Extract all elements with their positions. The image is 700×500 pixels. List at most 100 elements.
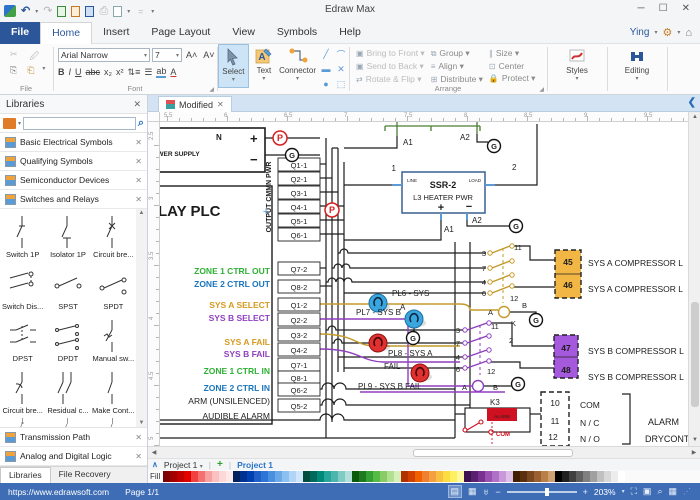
library-row-basic-electrical-symbols[interactable]: Basic Electrical Symbols✕ xyxy=(0,133,147,152)
vertical-scrollbar[interactable]: ▲ ▼ xyxy=(688,112,700,446)
fill-color-swatch[interactable] xyxy=(184,471,191,482)
status-url[interactable]: https://www.edrawsoft.com xyxy=(8,487,109,497)
horizontal-scrollbar[interactable]: ◀ ▶ xyxy=(148,446,700,458)
fill-color-swatch[interactable] xyxy=(499,471,506,482)
fill-color-swatch[interactable] xyxy=(513,471,520,482)
symbol-switch-1p[interactable]: Switch 1P xyxy=(0,209,45,261)
fill-color-swatch[interactable] xyxy=(317,471,324,482)
symbol-circuit-bre-[interactable]: Circuit bre... xyxy=(0,365,45,417)
arrange-bring-to-front-button[interactable]: ▣Bring to Front ▾ xyxy=(356,48,425,59)
fill-color-swatch[interactable] xyxy=(289,471,296,482)
styles-button[interactable]: Styles▾ xyxy=(558,44,596,88)
fill-color-swatch[interactable] xyxy=(240,471,247,482)
presentation-view-icon[interactable]: ♅ xyxy=(483,487,490,497)
close-library-icon[interactable]: ✕ xyxy=(135,433,142,442)
arrange-align-button[interactable]: ≡Align ▾ xyxy=(431,61,483,72)
fill-color-swatch[interactable] xyxy=(387,471,394,482)
fill-color-swatch[interactable] xyxy=(597,471,604,482)
font-size-select[interactable]: 7▾ xyxy=(152,48,182,62)
vscroll-thumb[interactable] xyxy=(691,302,699,407)
sidebar-tab-libraries[interactable]: Libraries xyxy=(0,467,51,483)
scroll-up-icon[interactable]: ▲ xyxy=(689,112,700,123)
arc-tool-icon[interactable]: ⌒ xyxy=(334,47,348,61)
fit-window-icon[interactable]: ⛶ xyxy=(631,486,637,497)
crop-tool-icon[interactable]: ⬚ xyxy=(334,77,348,91)
menu-tab-view[interactable]: View xyxy=(221,22,266,44)
fill-color-swatch[interactable] xyxy=(429,471,436,482)
ellipse-tool-icon[interactable]: ● xyxy=(319,77,333,91)
page-view-icon[interactable]: ▦ xyxy=(468,486,477,497)
highlight-icon[interactable]: ab xyxy=(156,66,166,78)
fill-color-swatch[interactable] xyxy=(492,471,499,482)
drawing-page[interactable]: NPOWER SUPPLY+−PGLAY PLCOUTPUT CMMN PWRP… xyxy=(160,122,688,446)
arrange-center-button[interactable]: ⊡Center xyxy=(489,61,536,71)
symbol-circuit-bre-[interactable]: Circuit bre... xyxy=(91,209,136,261)
symbol-residual-c-[interactable]: Residual c... xyxy=(45,365,90,417)
fill-color-swatch[interactable] xyxy=(282,471,289,482)
menu-tab-page-layout[interactable]: Page Layout xyxy=(140,22,221,44)
fill-color-swatch[interactable] xyxy=(443,471,450,482)
fill-color-swatch[interactable] xyxy=(254,471,261,482)
fill-color-swatch[interactable] xyxy=(604,471,611,482)
fill-color-swatch[interactable] xyxy=(219,471,226,482)
menu-tab-file[interactable]: File xyxy=(0,22,40,44)
grid-view-icon[interactable]: ▣ xyxy=(643,486,652,497)
home-icon[interactable]: ⌂ xyxy=(685,27,692,39)
shrink-font-icon[interactable]: A˅ xyxy=(201,50,216,60)
symbol-make-cont-[interactable]: Make Cont... xyxy=(91,365,136,417)
symbol-isolator-1p[interactable]: Isolator 1P xyxy=(45,209,90,261)
italic-icon[interactable]: I xyxy=(69,67,72,77)
fill-color-swatch[interactable] xyxy=(583,471,590,482)
symbol-partial[interactable] xyxy=(91,417,136,428)
paste-icon[interactable]: ⎘ xyxy=(8,65,19,76)
fill-color-swatch[interactable] xyxy=(373,471,380,482)
fill-color-swatch[interactable] xyxy=(338,471,345,482)
fill-color-swatch[interactable] xyxy=(394,471,401,482)
document-tab[interactable]: Modified ✕ xyxy=(158,96,232,112)
symbol-partial[interactable] xyxy=(0,417,45,428)
sidebar-tab-file-recovery[interactable]: File Recovery xyxy=(51,467,119,483)
fill-color-swatch[interactable] xyxy=(296,471,303,482)
fill-color-swatch[interactable] xyxy=(352,471,359,482)
underline-icon[interactable]: U xyxy=(75,67,82,77)
user-name[interactable]: Ying xyxy=(630,27,650,38)
fill-color-swatch[interactable] xyxy=(541,471,548,482)
fill-color-swatch[interactable] xyxy=(548,471,555,482)
library-row-semiconductor-devices[interactable]: Semiconductor Devices✕ xyxy=(0,171,147,190)
fill-color-swatch[interactable] xyxy=(212,471,219,482)
fill-color-swatch[interactable] xyxy=(436,471,443,482)
select-tool-button[interactable]: Select▾ xyxy=(218,44,249,88)
close-library-icon[interactable]: ✕ xyxy=(135,138,142,147)
zoom-slider[interactable] xyxy=(507,491,577,493)
add-page-icon[interactable]: + xyxy=(217,459,223,470)
fill-color-swatch[interactable] xyxy=(408,471,415,482)
fill-color-swatch[interactable] xyxy=(268,471,275,482)
fill-color-swatch[interactable] xyxy=(611,471,618,482)
fill-color-swatch[interactable] xyxy=(275,471,282,482)
strikethrough-icon[interactable]: abc xyxy=(86,67,101,77)
fill-color-swatch[interactable] xyxy=(170,471,177,482)
font-family-select[interactable]: Arial Narrow▾ xyxy=(58,48,150,62)
copy-icon[interactable]: ⎗ xyxy=(25,65,36,76)
line-spacing-icon[interactable]: ⇅≡ xyxy=(128,67,141,78)
fill-color-swatch[interactable] xyxy=(464,471,471,482)
fill-color-swatch[interactable] xyxy=(324,471,331,482)
symbol-dpst[interactable]: DPST xyxy=(0,313,45,365)
symbol-dpdt[interactable]: DPDT xyxy=(45,313,90,365)
fill-color-swatch[interactable] xyxy=(177,471,184,482)
menu-tab-insert[interactable]: Insert xyxy=(92,22,140,44)
bullet-list-icon[interactable]: ☰ xyxy=(144,67,152,78)
fill-color-swatch[interactable] xyxy=(163,471,170,482)
editing-button[interactable]: Editing▾ xyxy=(618,44,656,88)
maximize-icon[interactable]: ☐ xyxy=(659,3,668,14)
close-library-icon[interactable]: ✕ xyxy=(135,157,142,166)
line-tool-icon[interactable]: ╱ xyxy=(319,47,333,61)
close-library-icon[interactable]: ✕ xyxy=(135,452,142,461)
grow-font-icon[interactable]: A˄ xyxy=(184,50,199,60)
zoom-level[interactable]: 203% xyxy=(594,487,616,497)
gear-icon[interactable]: ⚙ xyxy=(662,26,672,39)
zoom-out-icon[interactable]: − xyxy=(495,487,500,497)
arrange-dialog-launcher[interactable]: ◢ xyxy=(539,86,544,93)
close-document-icon[interactable]: ✕ xyxy=(217,100,224,109)
superscript-icon[interactable]: x² xyxy=(116,67,124,77)
